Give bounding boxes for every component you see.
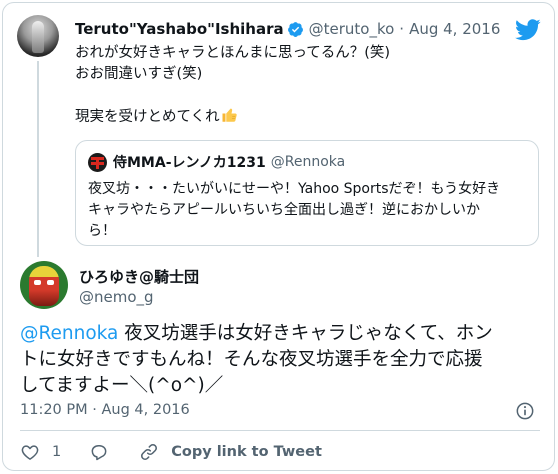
main-text-line-1: @Rennoka 夜叉坊選手は女好きキャラじゃなくて、ホン [20,321,540,347]
main-author-avatar[interactable] [20,261,68,309]
tweet-timestamp[interactable]: 11:20 PM · Aug 4, 2016 [20,402,190,418]
quoted-tweet-header: 侍MMA-レンノカ1231 @Rennoka [113,151,345,173]
like-count: 1 [52,444,62,460]
link-icon [141,444,158,460]
parent-text-line: 現実を受けとめてくれ [75,109,220,125]
copy-link-label: Copy link to Tweet [171,444,322,460]
quoted-tweet-text: 夜叉坊・・・たいがいにせーや！Yahoo Sportsだぞ！もう女好き キャラや… [88,179,528,242]
parent-author-avatar[interactable] [17,15,59,57]
verified-badge-icon [287,21,303,37]
actions-divider [20,430,540,431]
reply-button[interactable] [89,442,109,462]
main-text-segment: 夜叉坊選手は女好きキャラじゃなくて、ホン [118,323,493,344]
meta-separator: · [399,20,405,38]
parent-tweet-header: Teruto"Yashabo"Ishihara @teruto_ko · Aug… [75,19,500,39]
quoted-author-name: 侍MMA-レンノカ1231 [113,155,266,171]
parent-tweet-date[interactable]: Aug 4, 2016 [409,20,500,38]
quoted-text-line: 夜叉坊・・・たいがいにせーや！Yahoo Sportsだぞ！もう女好き [88,181,501,197]
parent-text-line-with-emoji: 現実を受けとめてくれ [75,106,535,127]
main-author-handle[interactable]: @nemo_g [79,288,154,306]
main-text-line-3: してますよー＼(^o^)／ [20,375,224,396]
parent-author-name[interactable]: Teruto"Yashabo"Ishihara [75,20,284,38]
heart-icon [21,445,39,460]
thread-connector-line [37,61,39,257]
parent-author-handle[interactable]: @teruto_ko [309,20,395,38]
twitter-bird-icon[interactable] [515,19,541,41]
copy-link-button[interactable]: Copy link to Tweet [139,442,322,462]
like-button[interactable]: 1 [20,442,61,462]
thumbs-up-icon [222,108,237,122]
tweet-embed-card: Teruto"Yashabo"Ishihara @teruto_ko · Aug… [2,2,555,471]
parent-text-line: おれが女好きキャラとほんまに思ってるん？(笑) [75,45,391,61]
quoted-text-line: キャラやたらアピールいちいち全面出し過ぎ！逆におかしいか [88,202,480,218]
main-author-name[interactable]: ひろゆき@騎士団 [79,266,199,287]
tweet-actions-bar: 1 Copy link to Tweet [20,439,322,465]
quoted-author-avatar [88,153,107,172]
reply-bubble-icon [91,445,107,461]
quoted-author-handle: @Rennoka [270,154,346,170]
parent-text-line: おお間違いすぎ(笑) [75,66,203,82]
quoted-text-line: ら！ [88,223,116,239]
main-text-line-2: トに女好きですもんね！そんな夜叉坊選手を全力で応援 [20,349,483,370]
quoted-tweet-card[interactable]: 侍MMA-レンノカ1231 @Rennoka 夜叉坊・・・たいがいにせーや！Ya… [75,140,539,246]
mention-link[interactable]: @Rennoka [20,323,118,344]
info-icon[interactable] [515,401,535,421]
parent-text-blank-line [75,85,535,106]
parent-tweet-text: おれが女好きキャラとほんまに思ってるん？(笑) おお間違いすぎ(笑) 現実を受け… [75,43,535,127]
main-tweet-text: @Rennoka 夜叉坊選手は女好きキャラじゃなくて、ホン トに女好きですもんね… [20,321,540,399]
